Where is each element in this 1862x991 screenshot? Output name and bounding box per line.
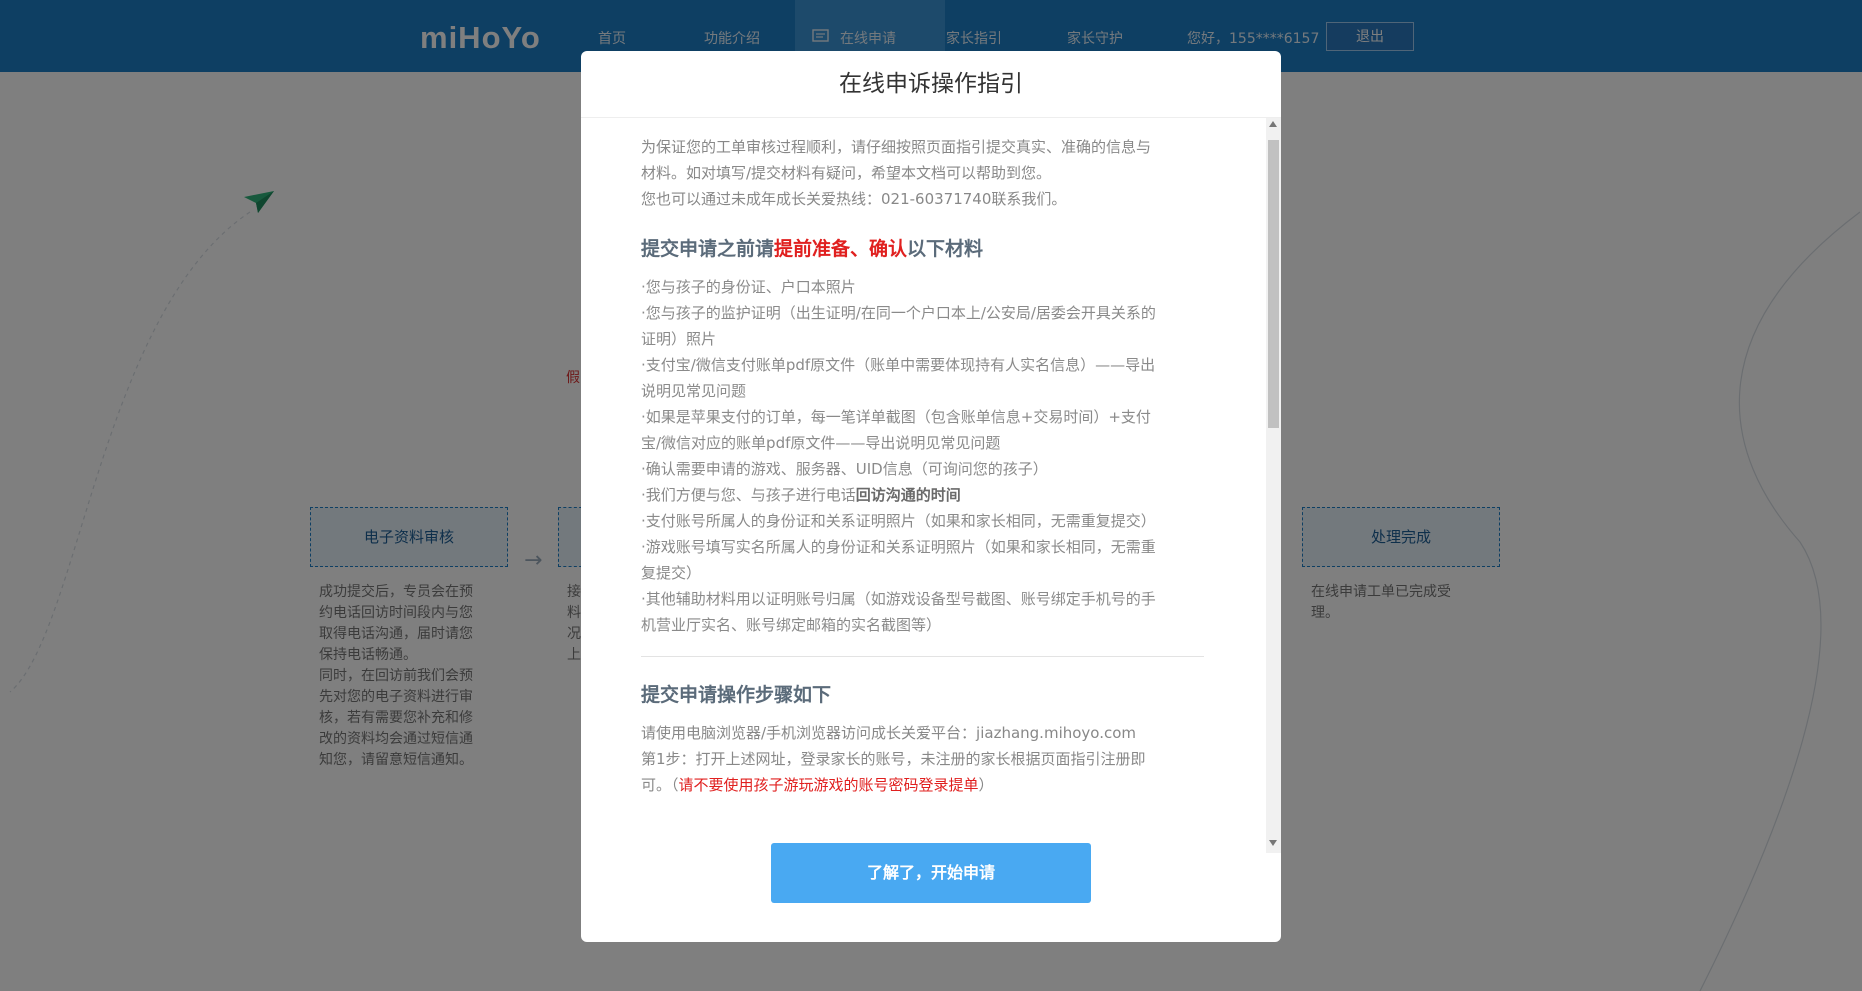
scroll-thumb[interactable] bbox=[1268, 140, 1279, 428]
intro-line: 您也可以通过未成年成长关爱热线：021-60371740联系我们。 bbox=[641, 190, 1067, 208]
bullet-item: ·您与孩子的监护证明（出生证明/在同一个户口本上/公安局/居委会开具关系的 bbox=[641, 304, 1156, 322]
section-divider bbox=[641, 656, 1204, 657]
modal-scroll-content[interactable]: 为保证您的工单审核过程顺利，请仔细按照页面指引提交真实、准确的信息与 材料。如对… bbox=[581, 118, 1266, 853]
modal-title: 在线申诉操作指引 bbox=[839, 71, 1023, 97]
bullet-item: ·支付账号所属人的身份证和关系证明照片（如果和家长相同，无需重复提交） bbox=[641, 512, 1156, 530]
content-scrollbar[interactable] bbox=[1266, 118, 1281, 853]
bullet-item: 说明见常见问题 bbox=[641, 382, 747, 400]
bullet-item: ·您与孩子的身份证、户口本照片 bbox=[641, 278, 856, 296]
bullet-item-callback: ·我们方便与您、与孩子进行电话回访沟通的时间 bbox=[641, 486, 961, 504]
start-application-button[interactable]: 了解了，开始申请 bbox=[771, 843, 1091, 903]
bullet-item: ·如果是苹果支付的订单，每一笔详单截图（包含账单信息+交易时间）+支付 bbox=[641, 408, 1151, 426]
guide-modal: 在线申诉操作指引 为保证您的工单审核过程顺利，请仔细按照页面指引提交真实、准确的… bbox=[581, 51, 1281, 942]
intro-line: 材料。如对填写/提交材料有疑问，希望本文档可以帮助到您。 bbox=[641, 164, 1052, 182]
bullet-item: 宝/微信对应的账单pdf原文件——导出说明见常见问题 bbox=[641, 434, 1001, 452]
step-line: 请使用电脑浏览器/手机浏览器访问成长关爱平台：jiazhang.mihoyo.c… bbox=[641, 724, 1137, 742]
bullet-item: ·游戏账号填写实名所属人的身份证和关系证明照片（如果和家长相同，无需重 bbox=[641, 538, 1156, 556]
scroll-down-arrow-icon[interactable] bbox=[1269, 840, 1277, 846]
bullet-item: ·确认需要申请的游戏、服务器、UID信息（可询问您的孩子） bbox=[641, 460, 1048, 478]
step-line: 第1步：打开上述网址，登录家长的账号，未注册的家长根据页面指引注册即 bbox=[641, 750, 1146, 768]
bullet-item: 证明）照片 bbox=[641, 330, 717, 348]
step-line-warning: 可。（请不要使用孩子游玩游戏的账号密码登录提单） bbox=[641, 776, 994, 794]
intro-line: 为保证您的工单审核过程顺利，请仔细按照页面指引提交真实、准确的信息与 bbox=[641, 138, 1152, 156]
bullet-item: ·其他辅助材料用以证明账号归属（如游戏设备型号截图、账号绑定手机号的手 bbox=[641, 590, 1156, 608]
bullet-item: 机营业厅实名、账号绑定邮箱的实名截图等） bbox=[641, 616, 942, 634]
section-materials-heading: 提交申请之前请提前准备、确认以下材料 bbox=[641, 238, 984, 260]
bullet-item: 复提交） bbox=[641, 564, 702, 582]
bullet-item: ·支付宝/微信支付账单pdf原文件（账单中需要体现持有人实名信息）——导出 bbox=[641, 356, 1156, 374]
scroll-up-arrow-icon[interactable] bbox=[1269, 121, 1277, 127]
section-steps-heading: 提交申请操作步骤如下 bbox=[641, 684, 832, 706]
